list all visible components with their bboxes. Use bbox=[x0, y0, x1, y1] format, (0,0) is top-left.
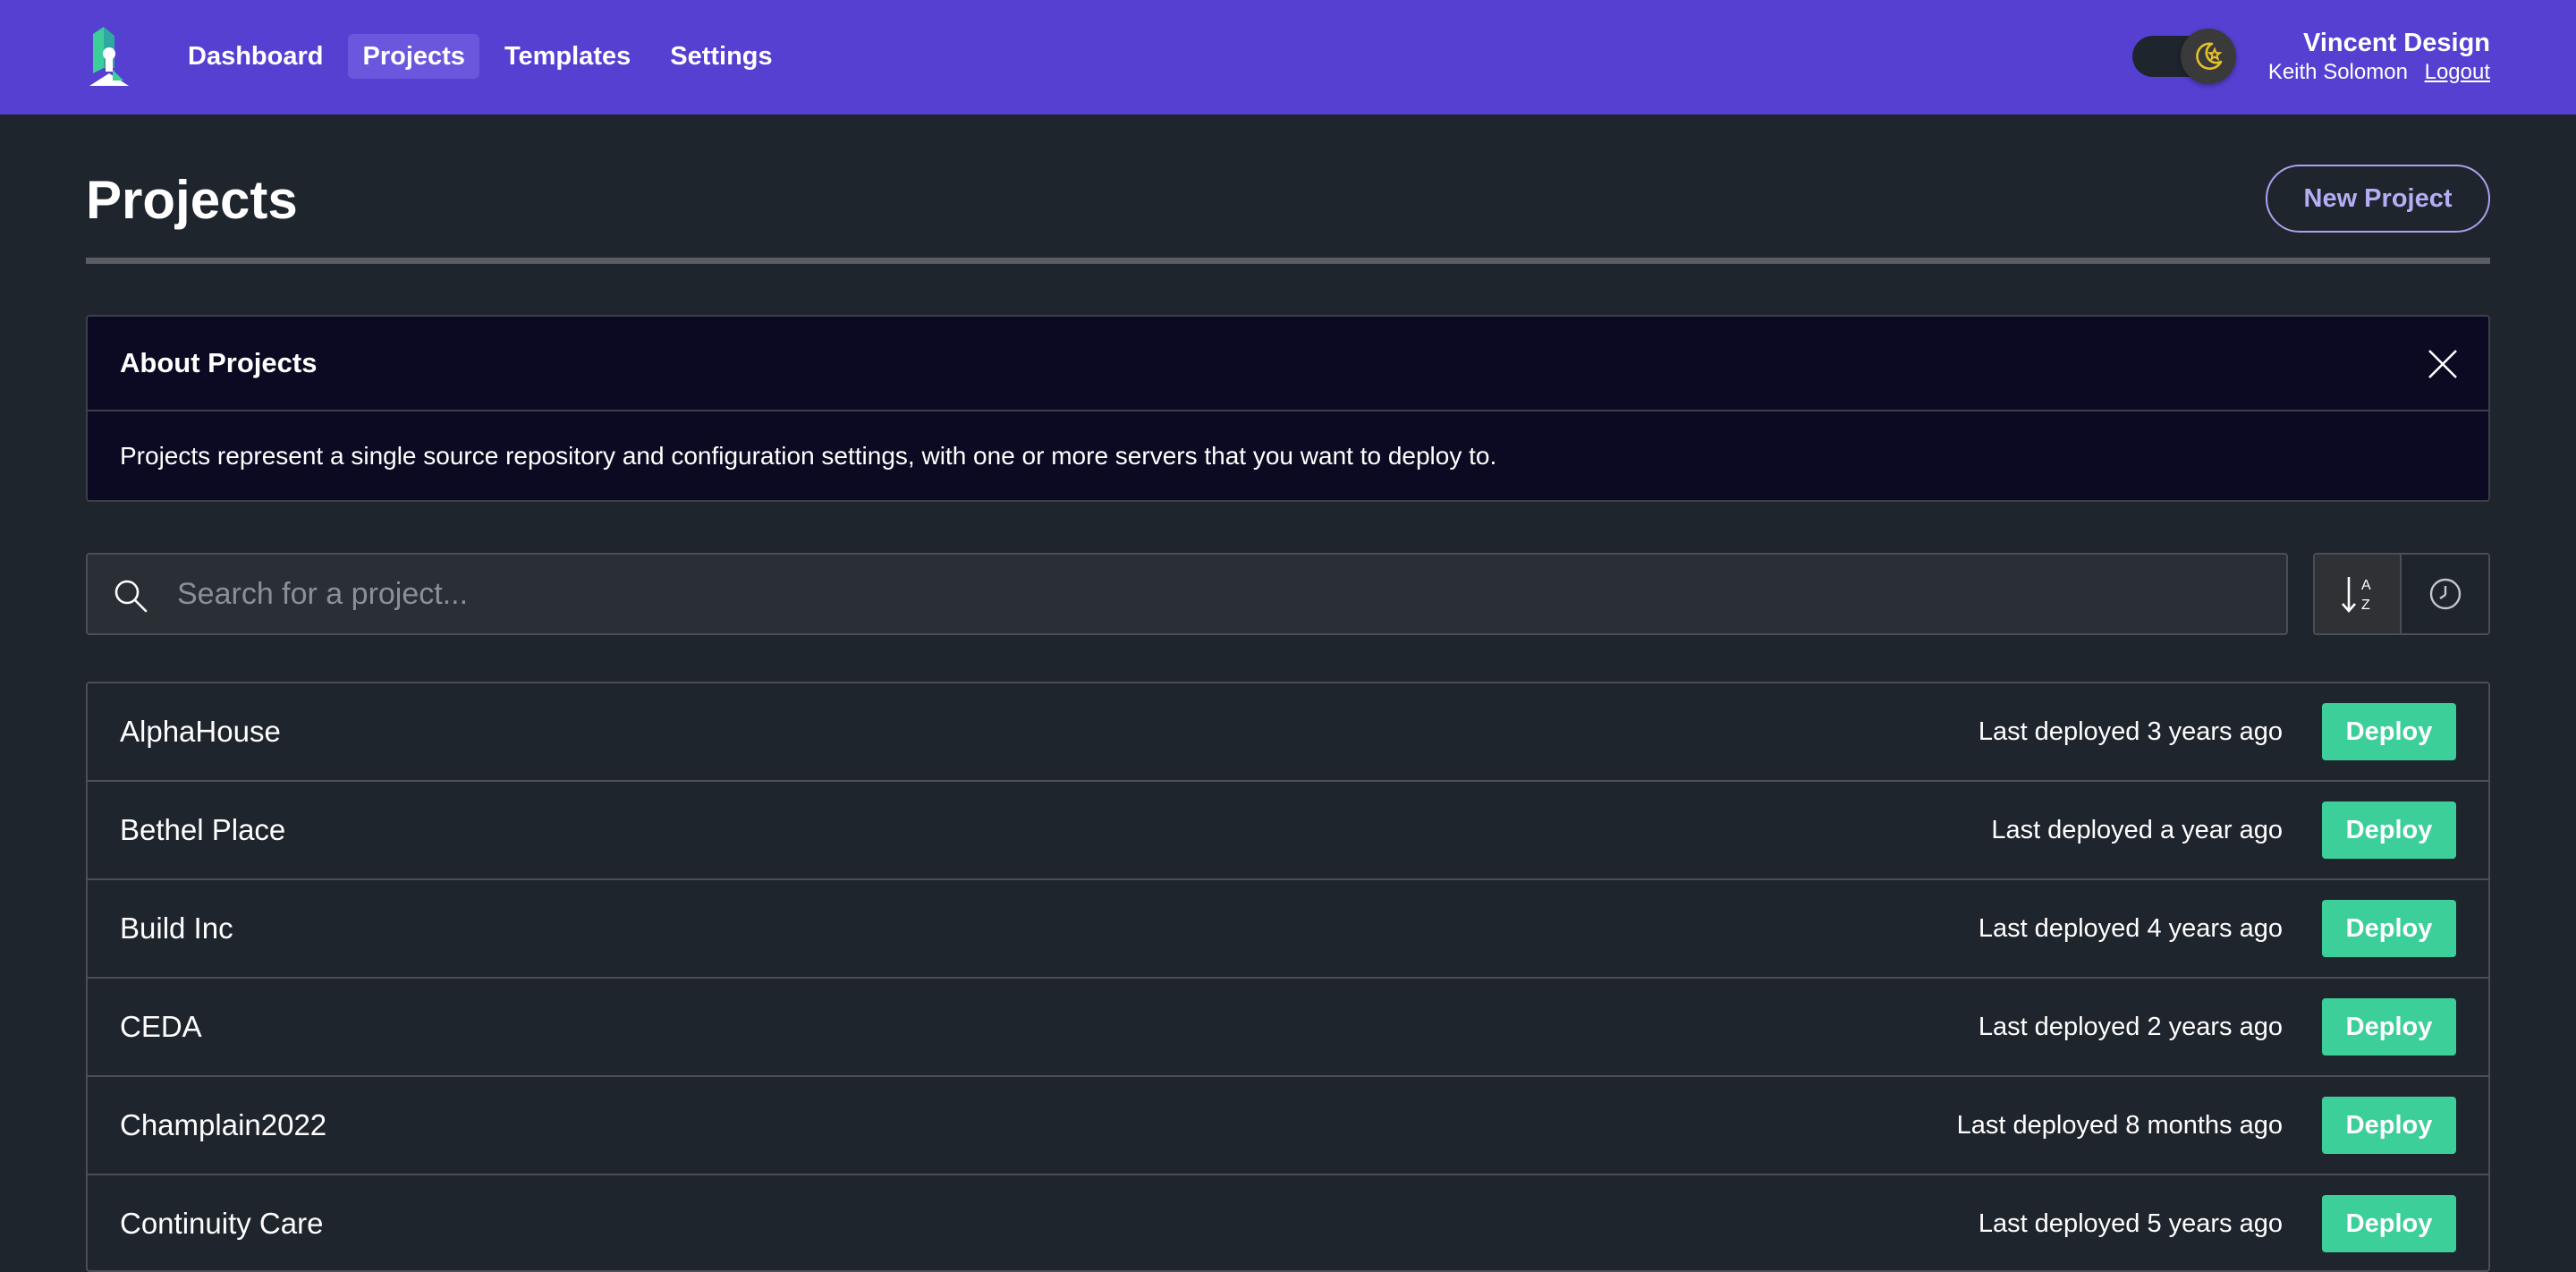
last-deployed-text: Last deployed 2 years ago bbox=[1978, 1012, 2283, 1041]
about-description: Projects represent a single source repos… bbox=[120, 441, 1497, 470]
project-name[interactable]: CEDA bbox=[120, 1010, 202, 1044]
app-logo-icon[interactable] bbox=[86, 27, 132, 86]
top-navbar: Dashboard Projects Templates Settings Vi… bbox=[0, 0, 2576, 114]
sort-alphabetical-button[interactable]: A Z bbox=[2315, 555, 2402, 633]
nav-projects[interactable]: Projects bbox=[348, 34, 479, 79]
project-name[interactable]: Build Inc bbox=[120, 912, 233, 946]
last-deployed-text: Last deployed 8 months ago bbox=[1956, 1110, 2283, 1140]
page-title: Projects bbox=[86, 170, 298, 230]
close-icon[interactable] bbox=[2426, 347, 2460, 381]
search-input[interactable] bbox=[177, 555, 2270, 633]
svg-text:A: A bbox=[2361, 578, 2371, 593]
user-name: Keith Solomon bbox=[2267, 60, 2408, 84]
search-icon bbox=[114, 580, 148, 613]
theme-toggle[interactable] bbox=[2132, 29, 2236, 84]
last-deployed-text: Last deployed 5 years ago bbox=[1978, 1208, 2283, 1238]
deploy-button[interactable]: Deploy bbox=[2322, 703, 2456, 760]
deploy-button[interactable]: Deploy bbox=[2322, 900, 2456, 957]
last-deployed-text: Last deployed a year ago bbox=[1991, 815, 2283, 844]
project-name[interactable]: Continuity Care bbox=[120, 1207, 323, 1241]
nav-settings[interactable]: Settings bbox=[656, 34, 786, 79]
main-nav: Dashboard Projects Templates Settings bbox=[174, 34, 787, 79]
project-name[interactable]: AlphaHouse bbox=[120, 715, 281, 749]
deploy-button[interactable]: Deploy bbox=[2322, 801, 2456, 859]
last-deployed-text: Last deployed 3 years ago bbox=[1978, 717, 2283, 746]
deploy-button[interactable]: Deploy bbox=[2322, 1097, 2456, 1154]
project-row[interactable]: Bethel Place Last deployed a year ago De… bbox=[88, 782, 2488, 880]
project-row[interactable]: Champlain2022 Last deployed 8 months ago… bbox=[88, 1077, 2488, 1175]
heading-divider bbox=[86, 258, 2490, 264]
last-deployed-text: Last deployed 4 years ago bbox=[1978, 913, 2283, 943]
nav-templates[interactable]: Templates bbox=[490, 34, 645, 79]
project-row[interactable]: CEDA Last deployed 2 years ago Deploy bbox=[88, 979, 2488, 1077]
clock-icon bbox=[2429, 578, 2461, 610]
project-row[interactable]: Continuity Care Last deployed 5 years ag… bbox=[88, 1175, 2488, 1270]
nav-dashboard[interactable]: Dashboard bbox=[174, 34, 337, 79]
svg-text:Z: Z bbox=[2361, 598, 2370, 613]
project-name[interactable]: Champlain2022 bbox=[120, 1108, 326, 1142]
moon-star-icon bbox=[2181, 29, 2236, 84]
project-row[interactable]: AlphaHouse Last deployed 3 years ago Dep… bbox=[88, 683, 2488, 782]
sort-recent-button[interactable] bbox=[2402, 555, 2488, 633]
deploy-button[interactable]: Deploy bbox=[2322, 998, 2456, 1056]
sort-az-icon: A Z bbox=[2341, 577, 2371, 613]
search-box bbox=[86, 553, 2288, 635]
project-list: AlphaHouse Last deployed 3 years ago Dep… bbox=[86, 682, 2490, 1272]
about-projects-panel: About Projects Projects represent a sing… bbox=[86, 315, 2490, 502]
new-project-button[interactable]: New Project bbox=[2266, 165, 2490, 233]
user-menu: Vincent Design Keith Solomon Logout bbox=[2268, 27, 2490, 86]
project-name[interactable]: Bethel Place bbox=[120, 813, 285, 847]
about-title: About Projects bbox=[120, 347, 318, 378]
project-row[interactable]: Build Inc Last deployed 4 years ago Depl… bbox=[88, 880, 2488, 979]
org-name: Vincent Design bbox=[2303, 29, 2490, 57]
logout-link[interactable]: Logout bbox=[2425, 60, 2490, 84]
sort-toggle-group: A Z bbox=[2313, 553, 2490, 635]
deploy-button[interactable]: Deploy bbox=[2322, 1195, 2456, 1252]
